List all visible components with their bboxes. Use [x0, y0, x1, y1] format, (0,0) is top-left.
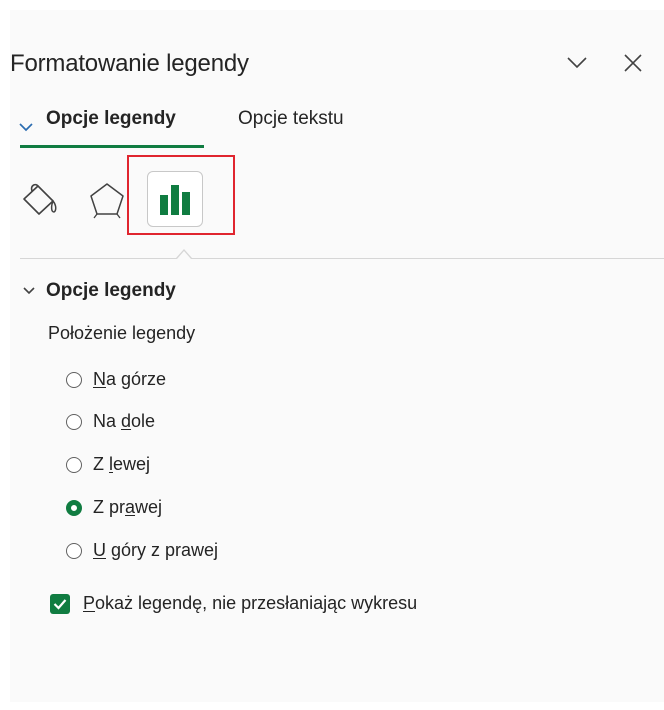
radio-top[interactable]: Na górze — [66, 369, 166, 390]
fill-line-icon[interactable] — [18, 178, 62, 222]
section-title: Opcje legendy — [46, 280, 176, 301]
radio-label: Na dole — [93, 411, 156, 431]
checkbox-checked[interactable] — [50, 593, 70, 614]
radio-label: U góry z prawej — [93, 540, 219, 560]
tab-chevron-icon — [18, 120, 34, 138]
tab-legend-options[interactable]: Opcje legendy — [46, 108, 176, 130]
close-icon[interactable] — [618, 48, 648, 78]
legend-position-label: Położenie legendy — [48, 323, 196, 343]
radio-bottom[interactable]: Na dole — [66, 411, 155, 432]
radio-label: Z prawej — [93, 497, 163, 517]
tab-text-options[interactable]: Opcje tekstu — [238, 108, 344, 130]
radio-label: Z lewej — [93, 454, 151, 474]
selected-tab-pointer — [176, 249, 192, 259]
tab-label: Opcje tekstu — [238, 108, 344, 129]
chevron-down-icon — [23, 287, 35, 295]
checkbox-label: Pokaż legendę, nie przesłaniając wykresu — [83, 593, 418, 613]
legend-options-chart-icon[interactable] — [147, 171, 203, 227]
radio-circle[interactable] — [66, 456, 82, 473]
format-legend-pane: Formatowanie legendy Opcje legendy Opcje… — [10, 10, 664, 702]
radio-right[interactable]: Z prawej — [66, 497, 162, 518]
radio-label: Na górze — [93, 369, 167, 389]
chevron-down-icon[interactable] — [562, 48, 592, 78]
radio-circle[interactable] — [66, 371, 82, 388]
pane-title: Formatowanie legendy — [10, 50, 249, 77]
show-legend-without-overlap-checkbox[interactable]: Pokaż legendę, nie przesłaniając wykresu — [50, 593, 417, 614]
section-legend-options-header[interactable]: Opcje legendy — [22, 280, 176, 302]
radio-circle-checked[interactable] — [66, 499, 82, 516]
active-tab-indicator — [20, 145, 204, 148]
radio-circle[interactable] — [66, 542, 82, 559]
radio-circle[interactable] — [66, 413, 82, 430]
checkmark-icon — [53, 598, 67, 610]
divider — [20, 258, 664, 259]
radio-left[interactable]: Z lewej — [66, 454, 150, 475]
tab-label: Opcje legendy — [46, 108, 176, 129]
radio-top-right[interactable]: U góry z prawej — [66, 540, 218, 561]
effects-pentagon-icon[interactable] — [85, 178, 129, 222]
